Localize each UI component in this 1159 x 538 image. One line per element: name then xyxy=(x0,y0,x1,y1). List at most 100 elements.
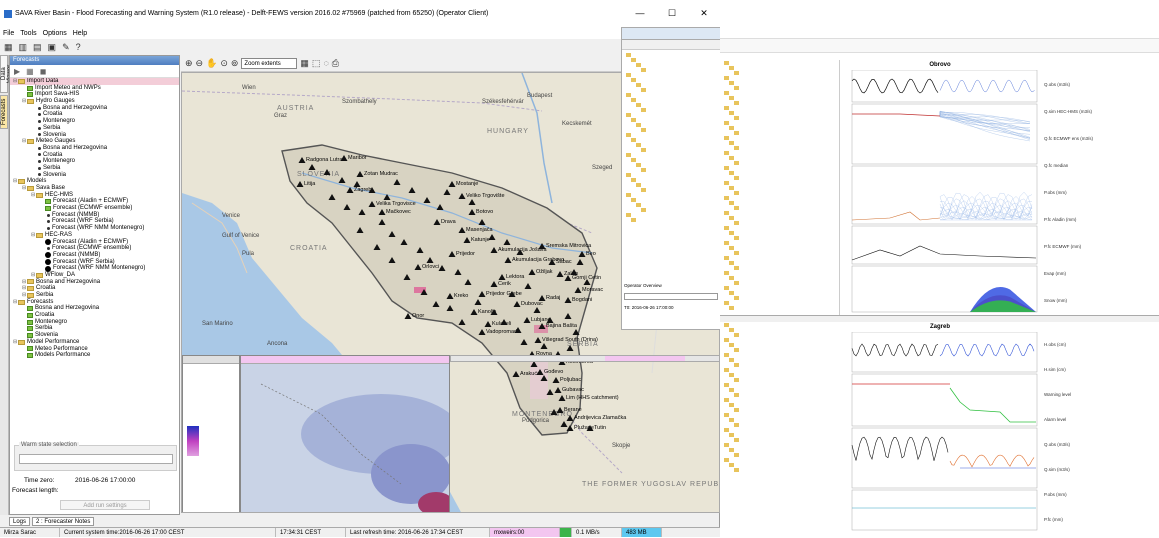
station-marker-icon[interactable] xyxy=(368,201,376,207)
station-marker-icon[interactable] xyxy=(393,179,401,185)
tree-item[interactable]: Forecast (WRF NMM Montenegro) xyxy=(10,265,179,272)
station-marker-icon[interactable] xyxy=(513,301,521,307)
station-marker-icon[interactable] xyxy=(478,291,486,297)
tree-item[interactable]: Slovenia xyxy=(10,132,179,139)
wrench-icon[interactable]: ✎ xyxy=(62,42,70,53)
help-button[interactable]: ? xyxy=(76,42,81,52)
station-marker-icon[interactable] xyxy=(323,169,331,175)
tree-item[interactable]: Serbia xyxy=(10,165,179,172)
station-marker-icon[interactable] xyxy=(564,297,572,303)
chart-zagreb[interactable]: Zagreb xyxy=(840,322,1040,534)
station-marker-icon[interactable] xyxy=(478,329,486,335)
station-marker-icon[interactable] xyxy=(346,187,354,193)
station-marker-icon[interactable] xyxy=(520,339,528,345)
tree-item[interactable]: Forecast (Aladin + ECMWF) xyxy=(10,239,179,246)
station-marker-icon[interactable] xyxy=(408,187,416,193)
zoom-out-icon[interactable]: ⊖ xyxy=(196,58,204,69)
station-marker-icon[interactable] xyxy=(566,345,574,351)
station-marker-icon[interactable] xyxy=(504,257,512,263)
station-marker-icon[interactable] xyxy=(308,164,316,170)
ts-tree-item[interactable] xyxy=(720,305,839,310)
tree-item[interactable]: Serbia xyxy=(10,125,179,132)
station-marker-icon[interactable] xyxy=(353,181,361,187)
zoom-in-icon[interactable]: ⊕ xyxy=(185,58,193,69)
station-marker-icon[interactable] xyxy=(488,234,496,240)
time-slider[interactable] xyxy=(450,355,719,362)
station-marker-icon[interactable] xyxy=(432,301,440,307)
tree-item[interactable]: Import Sava-HIS xyxy=(10,91,179,98)
station-marker-icon[interactable] xyxy=(558,395,566,401)
tree-item[interactable]: ⊟ Bosna and Herzegovina xyxy=(10,279,179,286)
station-marker-icon[interactable] xyxy=(578,251,586,257)
chart-obrovo[interactable]: Obrovo xyxy=(840,60,1040,315)
layers-icon[interactable]: ▦ xyxy=(300,58,309,69)
station-marker-icon[interactable] xyxy=(498,274,506,280)
station-marker-icon[interactable] xyxy=(546,317,554,323)
station-marker-icon[interactable] xyxy=(340,155,348,161)
ts-splitter[interactable] xyxy=(720,315,1159,322)
station-marker-icon[interactable] xyxy=(298,157,306,163)
tree-item[interactable]: Bosna and Herzegovina xyxy=(10,105,179,112)
station-marker-icon[interactable] xyxy=(552,377,560,383)
tree-item[interactable]: Forecast (NMMB) xyxy=(10,212,179,219)
options-icon[interactable]: ◼ xyxy=(40,67,47,76)
tree-item[interactable]: ⊟ Croatia xyxy=(10,285,179,292)
station-marker-icon[interactable] xyxy=(426,257,434,263)
station-marker-icon[interactable] xyxy=(436,204,444,210)
tree-item[interactable]: Forecast (WRF Serbia) xyxy=(10,259,179,266)
zoom-select[interactable]: Zoom extents xyxy=(241,57,298,69)
station-marker-icon[interactable] xyxy=(556,271,564,277)
station-marker-icon[interactable] xyxy=(536,369,544,375)
station-marker-icon[interactable] xyxy=(358,209,366,215)
tree-item[interactable]: ⊟ Meteo Gauges xyxy=(10,138,179,145)
station-marker-icon[interactable] xyxy=(586,425,594,431)
station-marker-icon[interactable] xyxy=(388,257,396,263)
tab-logs[interactable]: Logs xyxy=(9,517,31,526)
tree-item[interactable]: Slovenia xyxy=(10,332,179,339)
tree-item[interactable]: Serbia xyxy=(10,325,179,332)
station-marker-icon[interactable] xyxy=(438,265,446,271)
tree-item[interactable]: Forecast (WRF Serbia) xyxy=(10,218,179,225)
run-icon[interactable]: ▶ xyxy=(14,67,20,76)
tab-forecaster-notes[interactable]: 2 : Forecaster Notes xyxy=(32,517,95,526)
station-marker-icon[interactable] xyxy=(338,177,346,183)
menu-help[interactable]: Help xyxy=(73,30,87,37)
station-marker-icon[interactable] xyxy=(550,409,558,415)
station-marker-icon[interactable] xyxy=(448,181,456,187)
station-marker-icon[interactable] xyxy=(566,415,574,421)
explorer-icon[interactable]: ▦ xyxy=(4,42,13,53)
station-marker-icon[interactable] xyxy=(570,269,578,275)
settings-icon[interactable]: ▦ xyxy=(26,67,34,76)
station-marker-icon[interactable] xyxy=(468,209,476,215)
station-marker-icon[interactable] xyxy=(343,204,351,210)
station-marker-icon[interactable] xyxy=(368,187,376,193)
tree-item[interactable]: ⊟ Models xyxy=(10,178,179,185)
station-marker-icon[interactable] xyxy=(528,269,536,275)
station-marker-icon[interactable] xyxy=(490,309,498,315)
tree-item[interactable]: ⊟ HEC-RAS xyxy=(10,232,179,239)
maximize-button[interactable]: ☐ xyxy=(656,8,688,19)
station-marker-icon[interactable] xyxy=(356,227,364,233)
table-icon[interactable]: ▣ xyxy=(48,42,57,53)
station-marker-icon[interactable] xyxy=(554,387,562,393)
close-button[interactable]: ✕ xyxy=(688,8,720,19)
warm-state-select[interactable] xyxy=(19,454,173,464)
station-marker-icon[interactable] xyxy=(500,319,508,325)
station-marker-icon[interactable] xyxy=(576,259,584,265)
tree-item[interactable]: Meteo Performance xyxy=(10,346,179,353)
station-marker-icon[interactable] xyxy=(378,219,386,225)
station-marker-icon[interactable] xyxy=(378,209,386,215)
station-marker-icon[interactable] xyxy=(420,289,428,295)
station-marker-icon[interactable] xyxy=(490,281,498,287)
zoom-box-icon[interactable]: ⊙ xyxy=(220,58,228,69)
station-marker-icon[interactable] xyxy=(458,319,466,325)
ts-tree-item[interactable] xyxy=(720,467,840,472)
station-marker-icon[interactable] xyxy=(446,305,454,311)
station-marker-icon[interactable] xyxy=(296,181,304,187)
station-marker-icon[interactable] xyxy=(538,243,546,249)
station-marker-icon[interactable] xyxy=(533,307,541,313)
station-marker-icon[interactable] xyxy=(443,189,451,195)
station-marker-icon[interactable] xyxy=(423,197,431,203)
grid-icon[interactable]: ▥ xyxy=(19,42,28,53)
tree-item[interactable]: ⊟ HEC-HMS xyxy=(10,192,179,199)
